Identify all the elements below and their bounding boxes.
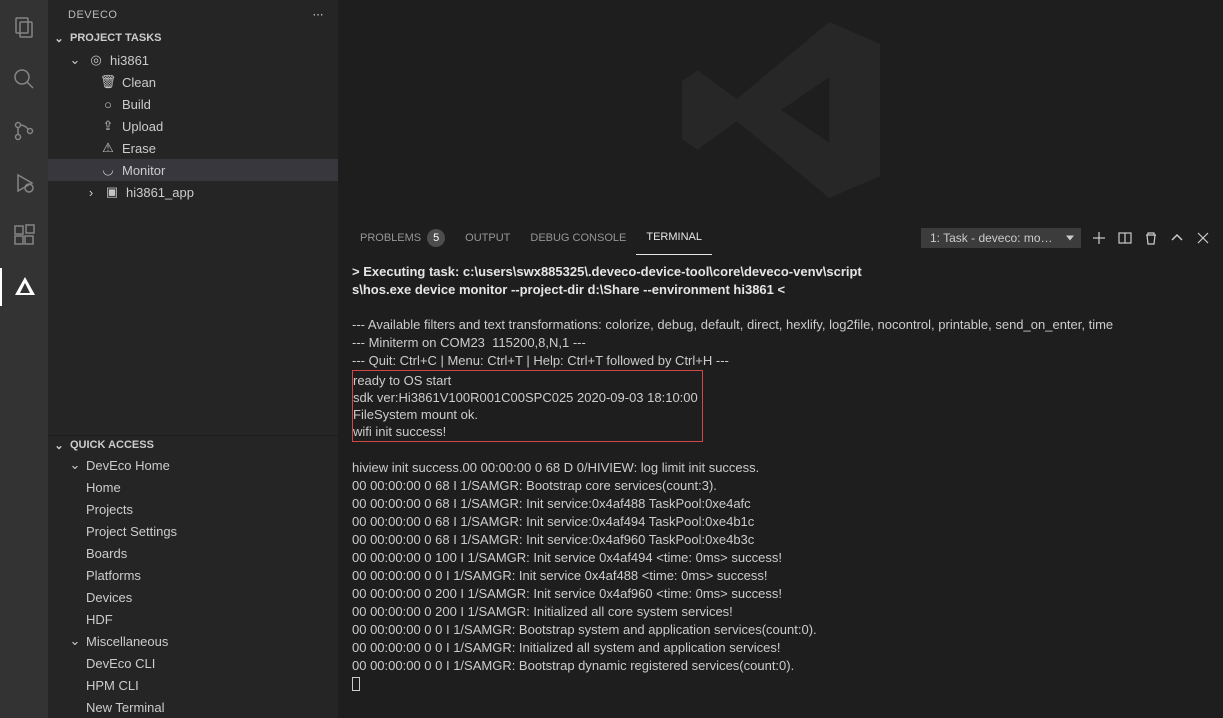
boot-box: ready to OS start sdk ver:Hi3861V100R001… (352, 370, 703, 442)
monitor-icon: ◡ (100, 162, 116, 178)
project-tasks-header[interactable]: ⌄ PROJECT TASKS (48, 29, 338, 47)
explorer-icon[interactable] (0, 8, 48, 46)
log-line: 00 00:00:00 0 68 I 1/SAMGR: Bootstrap co… (352, 478, 717, 493)
sidebar: DEVECO ⋯ ⌄ PROJECT TASKS ⌄ ◎ hi3861 🗑Cle… (48, 0, 338, 718)
kill-terminal-icon[interactable] (1143, 230, 1159, 246)
log-line: 00 00:00:00 0 68 I 1/SAMGR: Init service… (352, 532, 754, 547)
qa-devices[interactable]: Devices (48, 586, 338, 608)
exec-line-2: s\hos.exe device monitor --project-dir d… (352, 282, 785, 297)
quick-access-header[interactable]: ⌄ QUICK ACCESS (48, 436, 338, 454)
terminal-output[interactable]: > Executing task: c:\users\swx885325\.de… (338, 255, 1223, 718)
trash-icon: 🗑 (100, 74, 116, 90)
chevron-down-icon: ⌄ (68, 458, 82, 472)
folder-icon: ▣ (104, 184, 120, 200)
task-clean[interactable]: 🗑Clean (48, 71, 338, 93)
chevron-right-icon: › (84, 185, 98, 199)
bottom-panel: PROBLEMS5 OUTPUT DEBUG CONSOLE TERMINAL … (338, 220, 1223, 718)
task-monitor[interactable]: ◡Monitor (48, 159, 338, 181)
search-icon[interactable] (0, 60, 48, 98)
source-control-icon[interactable] (0, 112, 48, 150)
more-icon[interactable]: ⋯ (313, 8, 325, 21)
terminal-cursor (352, 677, 360, 691)
deveco-home-header[interactable]: ⌄DevEco Home (48, 454, 338, 476)
qa-platforms[interactable]: Platforms (48, 564, 338, 586)
editor-background (338, 0, 1223, 220)
misc-header[interactable]: ⌄Miscellaneous (48, 630, 338, 652)
tab-output[interactable]: OUTPUT (455, 221, 520, 255)
log-line: 00 00:00:00 0 0 I 1/SAMGR: Initialized a… (352, 640, 781, 655)
split-terminal-icon[interactable] (1117, 230, 1133, 246)
upload-icon: ⇪ (100, 118, 116, 134)
deveco-icon[interactable] (0, 268, 48, 306)
qa-projects[interactable]: Projects (48, 498, 338, 520)
qa-hpm-cli[interactable]: HPM CLI (48, 674, 338, 696)
erase-icon: ⚠ (100, 140, 116, 156)
log-line: 00 00:00:00 0 100 I 1/SAMGR: Init servic… (352, 550, 782, 565)
log-line: 00 00:00:00 0 68 I 1/SAMGR: Init service… (352, 514, 754, 529)
target-row[interactable]: ⌄ ◎ hi3861 (48, 49, 338, 71)
run-debug-icon[interactable] (0, 164, 48, 202)
tab-problems[interactable]: PROBLEMS5 (350, 221, 455, 255)
chevron-down-icon: ⌄ (52, 31, 66, 45)
log-line: 00 00:00:00 0 200 I 1/SAMGR: Initialized… (352, 604, 733, 619)
panel-tabs: PROBLEMS5 OUTPUT DEBUG CONSOLE TERMINAL … (338, 221, 1223, 255)
task-erase[interactable]: ⚠Erase (48, 137, 338, 159)
extensions-icon[interactable] (0, 216, 48, 254)
exec-line-1: > Executing task: c:\users\swx885325\.de… (352, 264, 862, 279)
app-row[interactable]: › ▣ hi3861_app (48, 181, 338, 203)
log-line: 00 00:00:00 0 0 I 1/SAMGR: Bootstrap dyn… (352, 658, 794, 673)
qa-home[interactable]: Home (48, 476, 338, 498)
qa-boards[interactable]: Boards (48, 542, 338, 564)
qa-deveco-cli[interactable]: DevEco CLI (48, 652, 338, 674)
log-line: 00 00:00:00 0 0 I 1/SAMGR: Bootstrap sys… (352, 622, 817, 637)
sidebar-title: DEVECO (68, 9, 117, 21)
tab-debug-console[interactable]: DEBUG CONSOLE (520, 221, 636, 255)
log-line: 00 00:00:00 0 0 I 1/SAMGR: Init service … (352, 568, 768, 583)
problems-badge: 5 (427, 229, 445, 247)
log-line: 00 00:00:00 0 200 I 1/SAMGR: Init servic… (352, 586, 782, 601)
task-upload[interactable]: ⇪Upload (48, 115, 338, 137)
main-area: PROBLEMS5 OUTPUT DEBUG CONSOLE TERMINAL … (338, 0, 1223, 718)
qa-project-settings[interactable]: Project Settings (48, 520, 338, 542)
filters-line: --- Available filters and text transform… (352, 317, 1113, 332)
log-line: 00 00:00:00 0 68 I 1/SAMGR: Init service… (352, 496, 751, 511)
chevron-down-icon: ⌄ (68, 53, 82, 67)
quit-line: --- Quit: Ctrl+C | Menu: Ctrl+T | Help: … (352, 353, 729, 368)
task-build[interactable]: ○Build (48, 93, 338, 115)
chevron-down-icon: ⌄ (68, 634, 82, 648)
tab-terminal[interactable]: TERMINAL (636, 221, 712, 255)
vscode-watermark-icon (671, 0, 891, 220)
close-panel-icon[interactable] (1195, 230, 1211, 246)
qa-new-terminal[interactable]: New Terminal (48, 696, 338, 718)
chevron-down-icon: ⌄ (52, 438, 66, 452)
build-icon: ○ (100, 97, 116, 112)
target-icon: ◎ (88, 52, 104, 68)
terminal-dropdown[interactable]: 1: Task - deveco: monitor (921, 228, 1081, 248)
new-terminal-icon[interactable] (1091, 230, 1107, 246)
maximize-panel-icon[interactable] (1169, 230, 1185, 246)
miniterm-line: --- Miniterm on COM23 115200,8,N,1 --- (352, 335, 586, 350)
log-line: hiview init success.00 00:00:00 0 68 D 0… (352, 460, 759, 475)
activity-bar (0, 0, 48, 718)
qa-hdf[interactable]: HDF (48, 608, 338, 630)
